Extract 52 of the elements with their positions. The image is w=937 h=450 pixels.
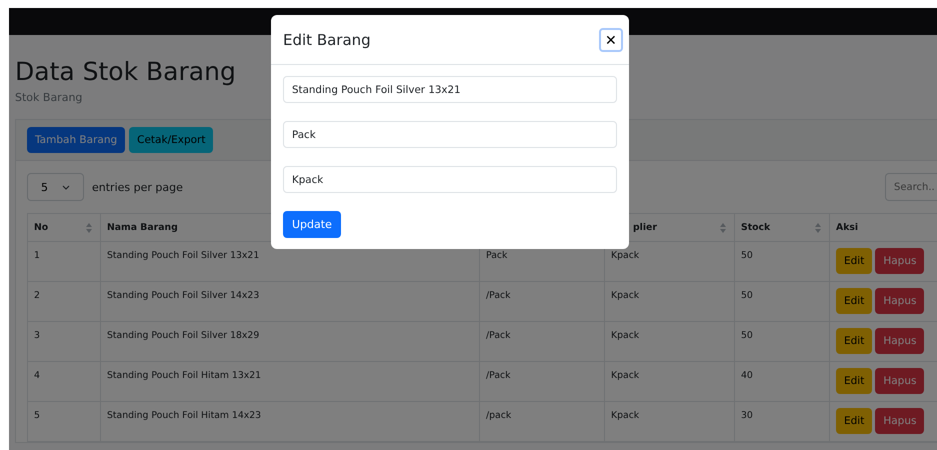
table-cell: /Pack [480,282,604,322]
delete-button[interactable]: Hapus [875,328,924,354]
table-cell: 3 [28,322,100,362]
edit-button[interactable]: Edit [836,288,872,314]
table-cell: Kpack [604,322,734,362]
table-cell: Standing Pouch Foil Silver 14x23 [100,282,480,322]
page-title: Data Stok Barang [15,56,236,88]
edit-button[interactable]: Edit [836,408,872,434]
add-button[interactable]: Tambah Barang [27,127,126,153]
sort-icon [720,223,726,233]
table-cell: 50 [734,282,830,322]
table-cell: Kpack [604,402,734,442]
table-cell: 1 [28,242,100,282]
entries-label: entries per page [92,180,183,194]
entries-select[interactable]: 5 [27,173,84,201]
table-cell: 50 [734,322,830,362]
table-cell: Standing Pouch Foil Hitam 13x21 [100,362,480,402]
table-cell: 50 [734,242,830,282]
column-header[interactable]: Aksi [830,214,937,242]
sort-icon [815,223,821,233]
table-cell: /pack [480,402,604,442]
table-cell: 2 [28,282,100,322]
edit-button[interactable]: Edit [836,368,872,394]
search-field[interactable]: Search.. [885,173,937,201]
table-cell: 40 [734,362,830,402]
close-button[interactable]: ✕ [599,28,623,52]
table-cell: 5 [28,402,100,442]
table-cell: Standing Pouch Foil Hitam 14x23 [100,402,480,442]
table-cell: 30 [734,402,830,442]
input-field[interactable]: Kpack [283,166,617,193]
sort-icon [86,223,92,233]
delete-button[interactable]: Hapus [875,408,924,434]
edit-button[interactable]: Edit [836,328,872,354]
table-cell: Kpack [604,362,734,402]
delete-button[interactable]: Hapus [875,288,924,314]
table-cell: Kpack [604,282,734,322]
edit-button[interactable]: Edit [836,248,872,274]
update-button[interactable]: Update [283,211,341,238]
column-header[interactable]: No [28,214,100,242]
table-cell: /Pack [480,362,604,402]
table-cell: /Pack [480,322,604,362]
delete-button[interactable]: Hapus [875,368,924,394]
column-header[interactable]: Stock [734,214,830,242]
table-cell: 4 [28,362,100,402]
page-subtitle: Stok Barang [15,91,82,104]
delete-button[interactable]: Hapus [875,248,924,274]
chevron-icon [62,184,70,190]
dialog-title: Edit Barang [283,30,371,48]
input-field[interactable]: Pack [283,121,617,148]
table-cell: Standing Pouch Foil Silver 18x29 [100,322,480,362]
export-button[interactable]: Cetak/Export [129,127,214,153]
input-field[interactable]: Standing Pouch Foil Silver 13x21 [283,76,617,103]
